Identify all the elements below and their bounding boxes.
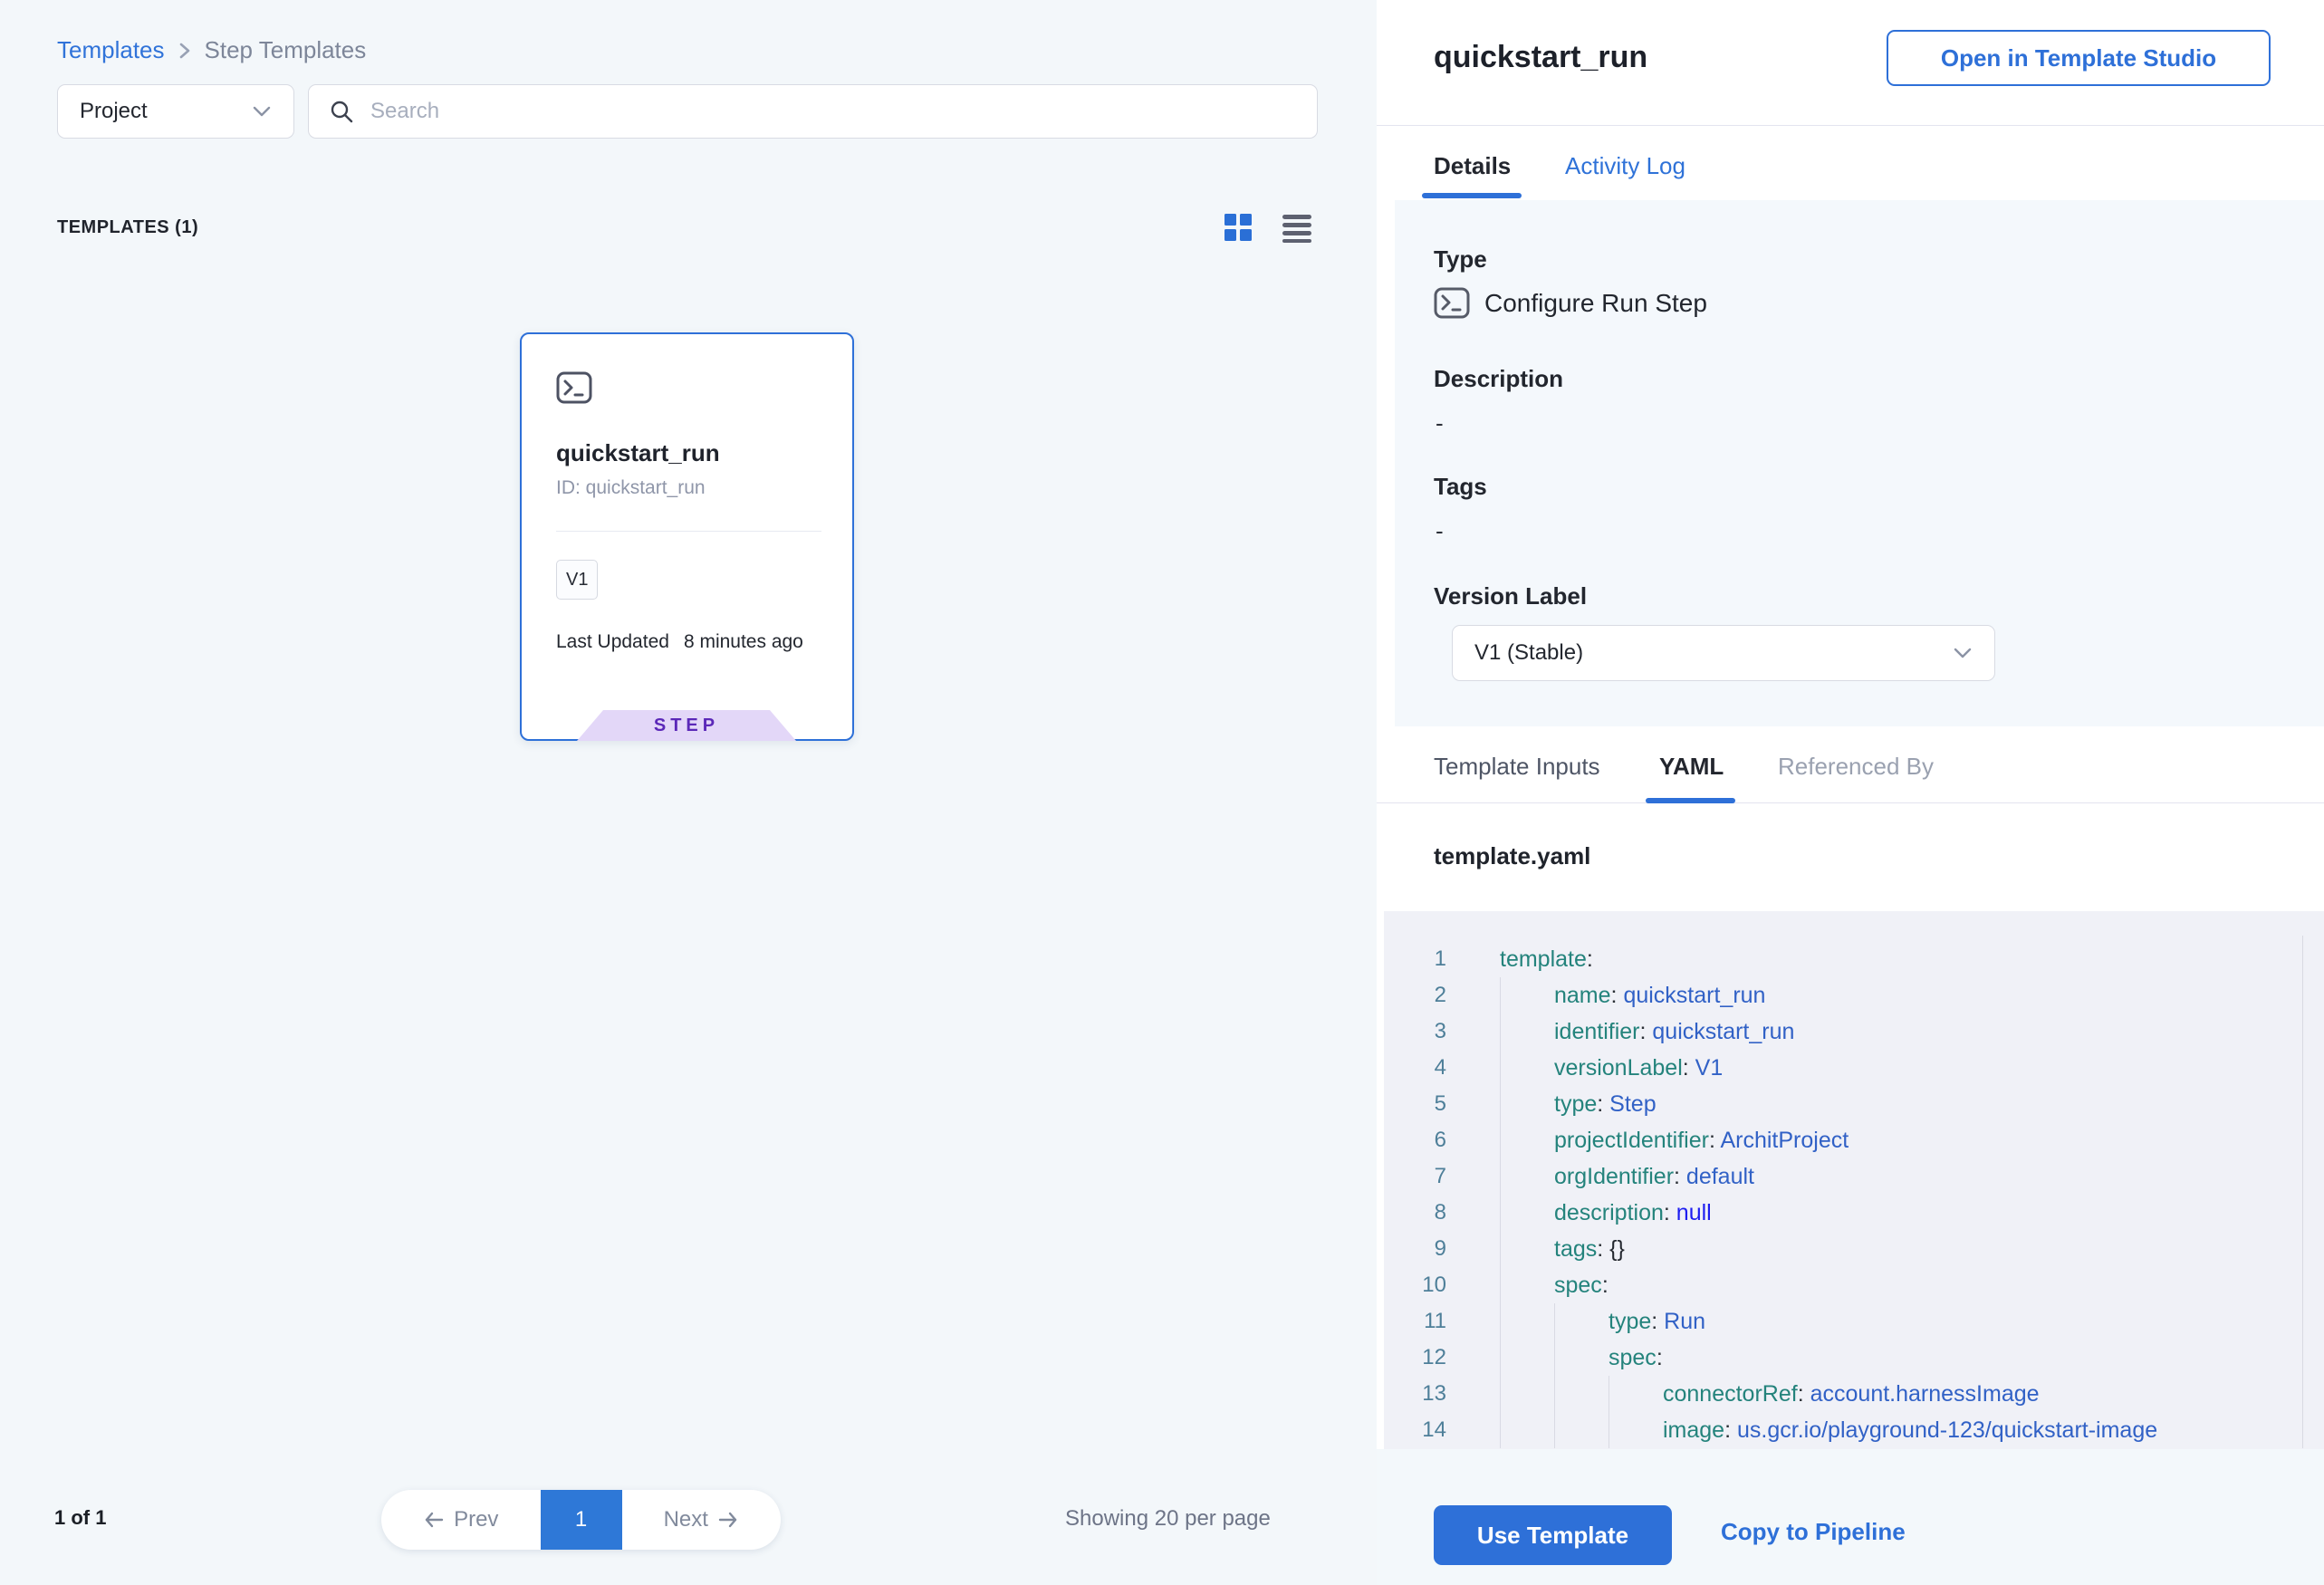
yaml-line: 14image: us.gcr.io/playground-123/quicks… (1384, 1412, 2324, 1448)
version-select-value: V1 (Stable) (1474, 640, 1953, 666)
details-footer: Use Template Copy to Pipeline (1377, 1449, 2324, 1585)
yaml-line: 1template: (1384, 941, 2324, 977)
grid-view-icon (1223, 212, 1253, 243)
scope-select-value: Project (80, 99, 252, 124)
tab-details[interactable]: Details (1434, 152, 1511, 180)
yaml-line: 7orgIdentifier: default (1384, 1158, 2324, 1195)
yaml-line: 2name: quickstart_run (1384, 977, 2324, 1013)
yaml-code-editor: 1template:2name: quickstart_run3identifi… (1384, 911, 2324, 1449)
yaml-line: 9tags: {} (1384, 1231, 2324, 1267)
step-type-tag: STEP (577, 710, 796, 741)
next-label: Next (664, 1507, 708, 1532)
chevron-down-icon (252, 105, 272, 118)
yaml-code: 1template:2name: quickstart_run3identifi… (1384, 941, 2324, 1448)
tags-value: - (1436, 517, 1444, 545)
scope-select[interactable]: Project (57, 84, 294, 139)
breadcrumb: Templates Step Templates (57, 36, 366, 64)
use-template-button[interactable]: Use Template (1434, 1505, 1672, 1565)
run-step-icon (1434, 287, 1470, 319)
updated-label: Last Updated (556, 631, 669, 653)
yaml-line: 3identifier: quickstart_run (1384, 1013, 2324, 1050)
pagination: Prev 1 Next (381, 1490, 781, 1550)
card-divider (556, 531, 821, 532)
description-value: - (1436, 409, 1444, 437)
breadcrumb-chevron-icon (178, 40, 192, 62)
yaml-line: 6projectIdentifier: ArchitProject (1384, 1122, 2324, 1158)
type-label: Type (1434, 245, 1487, 274)
version-select[interactable]: V1 (Stable) (1452, 625, 1995, 681)
type-value-row: Configure Run Step (1434, 287, 1707, 319)
yaml-line: 11type: Run (1384, 1303, 2324, 1340)
card-id: ID: quickstart_run (556, 477, 706, 499)
template-details-panel: quickstart_run Open in Template Studio D… (1377, 0, 2324, 1585)
step-type-tag-label: STEP (654, 716, 719, 736)
tab-yaml[interactable]: YAML (1659, 753, 1724, 781)
prev-page-button[interactable]: Prev (381, 1490, 541, 1550)
templates-count-heading: TEMPLATES (1) (57, 217, 198, 238)
yaml-line: 4versionLabel: V1 (1384, 1050, 2324, 1086)
yaml-tab-underline (1646, 798, 1735, 803)
run-step-icon (556, 371, 592, 404)
updated-value: 8 minutes ago (684, 631, 803, 653)
breadcrumb-current: Step Templates (205, 36, 367, 64)
breadcrumb-templates-link[interactable]: Templates (57, 36, 165, 64)
yaml-line: 5type: Step (1384, 1086, 2324, 1122)
yaml-line: 13connectorRef: account.harnessImage (1384, 1376, 2324, 1412)
arrow-left-icon (423, 1511, 445, 1529)
tab-template-inputs[interactable]: Template Inputs (1434, 753, 1600, 781)
type-value: Configure Run Step (1484, 289, 1707, 318)
page-count: 1 of 1 (54, 1506, 106, 1530)
subtabs-divider (1377, 802, 2324, 803)
version-badge: V1 (556, 560, 598, 600)
open-template-studio-button[interactable]: Open in Template Studio (1887, 30, 2271, 86)
next-page-button[interactable]: Next (622, 1490, 782, 1550)
template-list-panel: Templates Step Templates Project TEMPLAT… (0, 0, 1377, 1585)
yaml-line: 12spec: (1384, 1340, 2324, 1376)
yaml-line: 8description: null (1384, 1195, 2324, 1231)
copy-to-pipeline-button[interactable]: Copy to Pipeline (1715, 1517, 1911, 1547)
per-page-label: Showing 20 per page (1065, 1506, 1271, 1532)
panel-title: quickstart_run (1434, 40, 1647, 75)
templates-page: Templates Step Templates Project TEMPLAT… (0, 0, 2324, 1585)
description-label: Description (1434, 365, 1563, 393)
search-box (308, 84, 1318, 139)
chevron-down-icon (1953, 647, 1973, 659)
prev-label: Prev (454, 1507, 498, 1532)
current-page-button[interactable]: 1 (541, 1490, 622, 1550)
card-title: quickstart_run (556, 439, 720, 467)
list-view-icon (1281, 212, 1313, 243)
card-updated-row: Last Updated 8 minutes ago (556, 631, 803, 653)
yaml-file-name: template.yaml (1434, 842, 1590, 870)
details-content: Type Configure Run Step Description - Ta… (1395, 200, 2324, 726)
version-label: Version Label (1434, 582, 1587, 610)
header-divider (1377, 125, 2324, 126)
search-input[interactable] (369, 98, 1297, 125)
tags-label: Tags (1434, 473, 1487, 501)
details-tab-underline (1422, 193, 1522, 198)
list-view-button[interactable] (1281, 212, 1313, 243)
search-icon (329, 99, 354, 124)
tab-activity-log[interactable]: Activity Log (1565, 152, 1685, 180)
tab-referenced-by[interactable]: Referenced By (1778, 753, 1934, 781)
grid-view-button[interactable] (1223, 212, 1253, 243)
template-card[interactable]: quickstart_run ID: quickstart_run V1 Las… (520, 332, 854, 741)
yaml-line: 10spec: (1384, 1267, 2324, 1303)
arrow-right-icon (717, 1511, 739, 1529)
